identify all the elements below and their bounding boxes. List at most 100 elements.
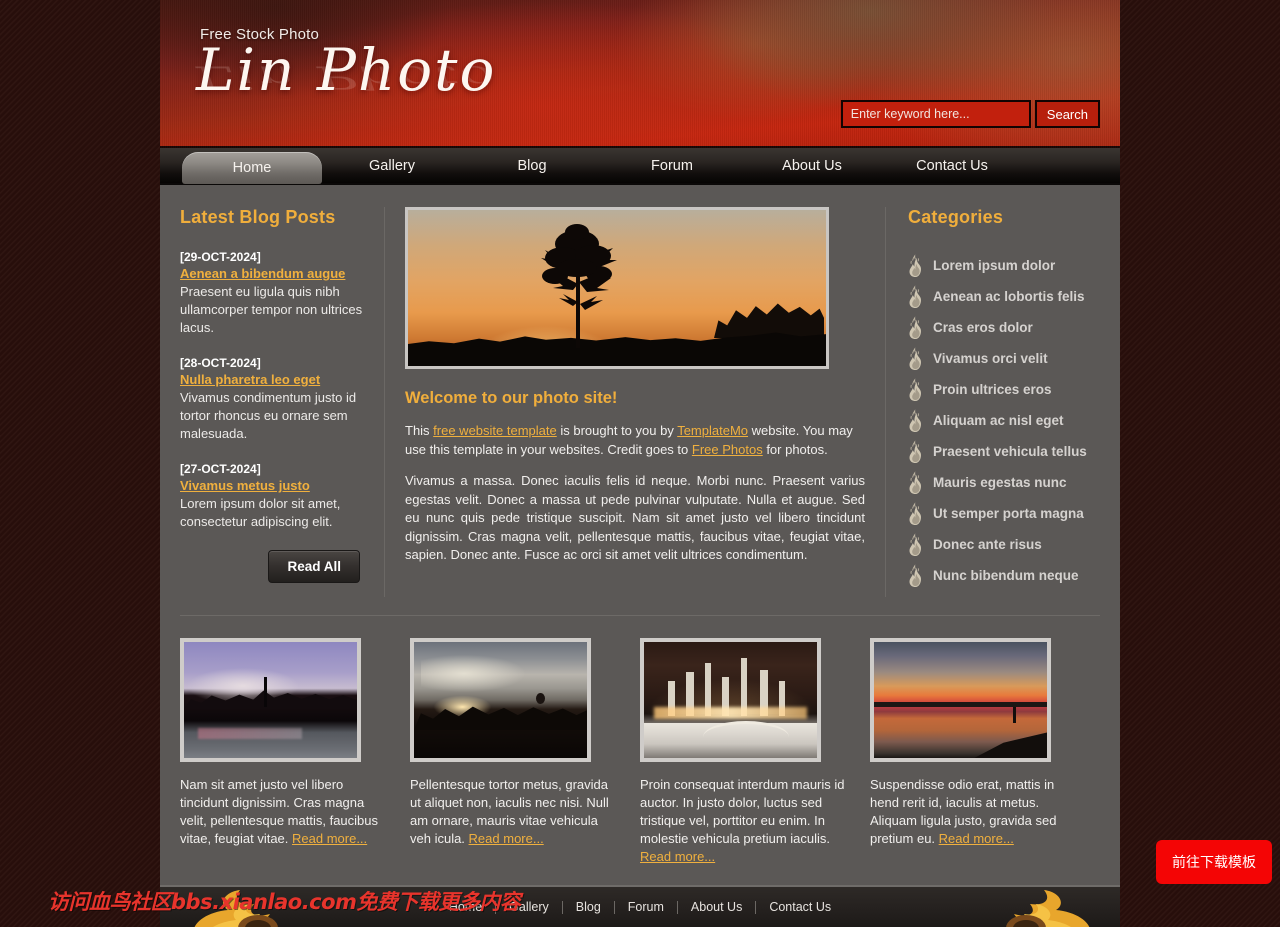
nav-item-home[interactable]: Home (182, 152, 322, 184)
gallery-caption: Suspendisse odio erat, mattis in hend re… (870, 776, 1078, 848)
thumb-art (184, 642, 357, 758)
gallery-photo-twilight-lake[interactable] (180, 638, 361, 762)
templatemo-link[interactable]: TemplateMo (677, 423, 748, 438)
gallery-item: Nam sit amet justo vel libero tincidunt … (180, 638, 410, 866)
gallery-item: Pellentesque tortor metus, gravida ut al… (410, 638, 640, 866)
gallery-photo-sunset-water[interactable] (870, 638, 1051, 762)
nav-item-forum[interactable]: Forum (602, 148, 742, 183)
thumb-foreground (974, 732, 1047, 758)
welcome-paragraph: Vivamus a massa. Donec iaculis felis id … (405, 473, 865, 562)
hero-photo-sunset-tree (405, 207, 829, 369)
category-item[interactable]: Nunc bibendum neque (908, 560, 1100, 591)
category-item[interactable]: Donec ante risus (908, 529, 1100, 560)
category-item[interactable]: Aenean ac lobortis felis (908, 281, 1100, 312)
intro-text-4: for photos. (762, 441, 828, 457)
download-template-button[interactable]: 前往下载模板 (1156, 840, 1272, 884)
nav-item-contact-us[interactable]: Contact Us (882, 148, 1022, 183)
thumb-art (874, 642, 1047, 758)
thumb-reflection (197, 727, 302, 740)
categories-sidebar: Categories Lorem ipsum dolor Aenean ac l… (885, 207, 1100, 597)
intro-text-1: This (405, 423, 434, 438)
post-excerpt: Lorem ipsum dolor sit amet, consectetur … (180, 496, 341, 529)
site-header: Lin Photo Free Stock Photo Lin Photo Sea… (160, 0, 1120, 148)
welcome-intro: This free website template is brought to… (405, 422, 865, 459)
gallery-caption: Nam sit amet justo vel libero tincidunt … (180, 776, 388, 848)
search-form: Search (840, 100, 1100, 128)
category-label: Cras eros dolor (933, 320, 1033, 335)
thumb-art (414, 642, 587, 758)
flame-icon (909, 378, 921, 401)
thumb-treeline (414, 706, 587, 731)
main-navigation: Home Gallery Blog Forum About Us Contact… (160, 148, 1120, 185)
category-item[interactable]: Praesent vehicula tellus (908, 436, 1100, 467)
category-item[interactable]: Vivamus orci velit (908, 343, 1100, 374)
flame-icon (909, 316, 921, 339)
thumb-spire (263, 676, 267, 707)
blog-sidebar: Latest Blog Posts [29-OCT-2024] Aenean a… (180, 207, 385, 597)
read-more-link[interactable]: Read more... (469, 831, 544, 846)
post-date: [29-OCT-2024] (180, 250, 261, 264)
post-title-link[interactable]: Nulla pharetra leo eget (180, 372, 366, 387)
flame-icon (909, 347, 921, 370)
gallery-caption: Proin consequat interdum mauris id aucto… (640, 776, 848, 866)
footer-link-about-us[interactable]: About Us (678, 901, 757, 914)
blog-post: [29-OCT-2024] Aenean a bibendum augue Pr… (180, 250, 366, 337)
gallery-item: Proin consequat interdum mauris id aucto… (640, 638, 870, 866)
post-date: [28-OCT-2024] (180, 356, 261, 370)
nav-item-about-us[interactable]: About Us (742, 148, 882, 183)
category-item[interactable]: Ut semper porta magna (908, 498, 1100, 529)
flame-icon (909, 471, 921, 494)
footer-link-forum[interactable]: Forum (615, 901, 678, 914)
top-region: Latest Blog Posts [29-OCT-2024] Aenean a… (160, 185, 1120, 597)
post-excerpt: Vivamus condimentum justo id tortor rhon… (180, 390, 357, 441)
category-label: Aliquam ac nisl eget (933, 413, 1064, 428)
footer-link-blog[interactable]: Blog (563, 901, 615, 914)
read-more-link[interactable]: Read more... (640, 849, 715, 864)
category-label: Aenean ac lobortis felis (933, 289, 1085, 304)
post-title-link[interactable]: Aenean a bibendum augue (180, 266, 366, 281)
main-column: Welcome to our photo site! This free web… (385, 207, 885, 597)
gallery-photo-night-city[interactable] (640, 638, 821, 762)
thumb-figure (1012, 706, 1016, 723)
flame-icon (909, 440, 921, 463)
free-photos-link[interactable]: Free Photos (692, 442, 763, 457)
free-website-template-link[interactable]: free website template (433, 423, 557, 438)
thumb-treeline (184, 690, 357, 710)
thumb-city-glow (654, 706, 807, 719)
read-more-link[interactable]: Read more... (939, 831, 1014, 846)
category-item[interactable]: Mauris egestas nunc (908, 467, 1100, 498)
read-all-button[interactable]: Read All (268, 550, 360, 583)
read-more-link[interactable]: Read more... (292, 831, 367, 846)
category-item[interactable]: Cras eros dolor (908, 312, 1100, 343)
post-title-link[interactable]: Vivamus metus justo (180, 478, 366, 493)
footer-link-contact-us[interactable]: Contact Us (756, 901, 844, 914)
flame-icon (909, 254, 921, 277)
thumb-horizon (874, 702, 1047, 707)
category-label: Nunc bibendum neque (933, 568, 1079, 583)
category-label: Donec ante risus (933, 537, 1042, 552)
thumb-clouds (420, 653, 529, 694)
category-label: Proin ultrices eros (933, 382, 1052, 397)
category-item[interactable]: Lorem ipsum dolor (908, 250, 1100, 281)
post-excerpt: Praesent eu ligula quis nibh ullamcorper… (180, 284, 363, 335)
category-label: Ut semper porta magna (933, 506, 1084, 521)
site-logo: Lin Photo (196, 36, 497, 104)
flame-icon (909, 285, 921, 308)
search-input[interactable] (840, 100, 1031, 128)
category-item[interactable]: Aliquam ac nisl eget (908, 405, 1100, 436)
gallery-photo-cloudy-sky[interactable] (410, 638, 591, 762)
category-label: Praesent vehicula tellus (933, 444, 1087, 459)
blog-heading: Latest Blog Posts (180, 207, 336, 227)
site-watermark: 访问血鸟社区bbs.xianlao.com免费下载更多内容 (48, 890, 521, 914)
blog-post: [27-OCT-2024] Vivamus metus justo Lorem … (180, 462, 366, 531)
welcome-title: Welcome to our photo site! (405, 389, 618, 407)
caption-text: Proin consequat interdum mauris id aucto… (640, 777, 845, 846)
flame-icon (909, 564, 921, 587)
categories-list: Lorem ipsum dolor Aenean ac lobortis fel… (908, 250, 1100, 591)
thumb-balloon (536, 693, 546, 705)
nav-item-gallery[interactable]: Gallery (322, 148, 462, 183)
category-label: Vivamus orci velit (933, 351, 1048, 366)
category-item[interactable]: Proin ultrices eros (908, 374, 1100, 405)
search-button[interactable]: Search (1034, 100, 1100, 128)
nav-item-blog[interactable]: Blog (462, 148, 602, 183)
